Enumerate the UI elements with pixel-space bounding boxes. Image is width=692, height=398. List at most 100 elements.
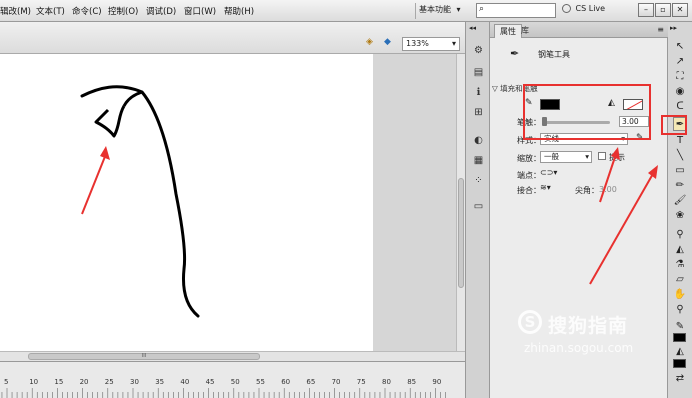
stage-horizontal-scrollbar[interactable]: III <box>0 351 465 361</box>
miter-value[interactable]: 3.00 <box>599 185 617 194</box>
timeline-ruler[interactable]: 5 10 15 20 25 30 35 40 45 50 55 60 65 70 75 80 85 90 <box>0 361 465 398</box>
timeline-frame-label: 90 <box>432 378 442 386</box>
close-icon[interactable]: ✕ <box>672 3 688 17</box>
timeline-frame-label: 40 <box>180 378 190 386</box>
timeline-frame-label: 25 <box>104 378 114 386</box>
fill-color-chip[interactable] <box>673 359 686 368</box>
swap-colors-icon[interactable]: ⇄ <box>673 372 687 386</box>
timeline-frame-label: 30 <box>130 378 139 386</box>
drawing-svg <box>80 85 200 318</box>
free-transform-tool-icon[interactable]: ⛶ <box>673 70 687 84</box>
workspace-label: 基本功能 <box>419 5 451 14</box>
panel-menu-icon[interactable]: ≡ <box>657 25 664 34</box>
chevron-down-icon: ▾ <box>585 152 589 161</box>
search-icon: ⌕ <box>479 4 485 14</box>
stroke-color-icon[interactable]: ✎ <box>673 320 687 334</box>
pencil-tool-icon[interactable]: ✏ <box>673 179 687 193</box>
transform-icon[interactable]: ⊞ <box>472 106 485 119</box>
stroke-color-chip[interactable] <box>673 333 686 342</box>
join-label: 接合： <box>517 186 541 195</box>
cap-dropdown[interactable]: ⊂⊃▾ <box>540 168 562 179</box>
brush-tool-icon[interactable]: 🖌 <box>673 194 687 208</box>
restore-icon[interactable]: ▫ <box>655 3 671 17</box>
hand-tool-icon[interactable]: ✋ <box>673 288 687 302</box>
cs-live-button[interactable]: CS Live <box>562 4 624 18</box>
eraser-tool-icon[interactable]: ▱ <box>673 273 687 287</box>
deco-tool-icon[interactable]: ❀ <box>673 209 687 223</box>
watermark-title: 搜狗指南 <box>548 315 629 337</box>
help-search-input[interactable]: ⌕ <box>476 3 556 18</box>
timeline-frame-label: 15 <box>54 378 64 386</box>
menu-control[interactable]: 控制(O) <box>108 5 138 17</box>
edit-symbols-icon[interactable]: ◈ <box>366 37 373 47</box>
timeline-frame-label: 45 <box>205 378 215 386</box>
menu-help[interactable]: 帮助(H) <box>224 5 254 17</box>
timeline-frame-label: 35 <box>155 378 165 386</box>
3d-rotation-tool-icon[interactable]: ◉ <box>673 85 687 99</box>
collapse-arrows-icon[interactable]: ◂◂ <box>469 24 476 32</box>
minimize-icon[interactable]: – <box>638 3 654 17</box>
tool-name-label: 钢笔工具 <box>538 50 570 59</box>
menu-debug[interactable]: 调试(D) <box>146 5 176 17</box>
timeline-frame-label: 70 <box>331 378 341 386</box>
tab-library[interactable]: 库 <box>516 24 534 38</box>
menu-window[interactable]: 窗口(W) <box>184 5 216 17</box>
timeline-ticks <box>1 388 446 398</box>
menu-divider <box>415 3 416 19</box>
watermark-url: zhinan.sogou.com <box>524 341 634 355</box>
workspace-dropdown[interactable]: 基本功能 ▾ <box>419 4 471 18</box>
timeline-frame-label: 5 <box>4 378 9 386</box>
scroll-thumb[interactable]: III <box>28 353 260 360</box>
cap-label: 端点： <box>517 171 541 180</box>
info-icon[interactable]: ℹ <box>472 86 485 99</box>
swatches-icon[interactable]: ▦ <box>472 154 485 167</box>
fill-color-icon[interactable]: ◭ <box>673 345 687 359</box>
timeline-frame-label: 65 <box>306 378 316 386</box>
cs-live-icon <box>562 4 571 13</box>
stage-canvas[interactable] <box>0 54 373 351</box>
subselection-tool-icon[interactable]: ↗ <box>673 55 687 69</box>
rectangle-tool-icon[interactable]: ▭ <box>673 164 687 178</box>
edit-scene-icon[interactable]: ◆ <box>384 37 391 47</box>
menu-bar: 辑改(M) 文本(T) 命令(C) 控制(O) 调试(D) 窗口(W) 帮助(H… <box>0 0 692 22</box>
timeline-frame-label: 20 <box>79 378 89 386</box>
timeline-frame-label: 80 <box>382 378 391 386</box>
paint-bucket-tool-icon[interactable]: ◭ <box>673 243 687 257</box>
text-tool-icon[interactable]: T <box>673 134 687 148</box>
components-icon[interactable]: ⁘ <box>472 174 485 187</box>
properties-panel: 属性 库 ≡ ✒ 钢笔工具 ▽ 填充和笔触 ✎ ◭ 笔触： 3.00 样式： 实… <box>490 22 668 398</box>
timeline-frame-label: 10 <box>29 378 39 386</box>
annotation-highlight-box <box>523 84 651 140</box>
selection-tool-icon[interactable]: ↖ <box>673 40 687 54</box>
menu-modify[interactable]: 辑改(M) <box>0 5 31 17</box>
scroll-thumb[interactable] <box>458 178 464 288</box>
hint-checkbox[interactable] <box>598 152 606 160</box>
scale-label: 缩放： <box>517 154 541 163</box>
stage-vertical-scrollbar[interactable] <box>456 54 465 351</box>
pen-drawn-path <box>80 85 200 318</box>
collapse-arrows-icon[interactable]: ▸▸ <box>670 24 677 32</box>
zoom-dropdown[interactable]: 133% ▾ <box>402 37 460 51</box>
color-icon[interactable]: ◐ <box>472 134 485 147</box>
pen-tool-icon: ✒ <box>510 47 520 60</box>
scale-value: 一般 <box>544 152 559 161</box>
cs-live-label: CS Live <box>575 4 606 13</box>
watermark: S 搜狗指南 zhinan.sogou.com <box>518 308 668 368</box>
menu-text[interactable]: 文本(T) <box>36 5 65 17</box>
library-panel-icon[interactable]: ▤ <box>472 66 485 79</box>
movie-explorer-icon[interactable]: ▭ <box>472 200 485 213</box>
properties-tab-bar: 属性 库 ≡ <box>490 22 668 38</box>
join-dropdown[interactable]: ≋▾ <box>540 183 562 194</box>
menu-commands[interactable]: 命令(C) <box>72 5 102 17</box>
timeline-frame-label: 55 <box>256 378 265 386</box>
lasso-tool-icon[interactable]: ᑕ <box>673 100 687 114</box>
zoom-tool-icon[interactable]: ⚲ <box>673 303 687 317</box>
line-tool-icon[interactable]: ╲ <box>673 149 687 163</box>
zoom-value: 133% <box>406 39 429 48</box>
eyedropper-tool-icon[interactable]: ⚗ <box>673 258 687 272</box>
scale-dropdown[interactable]: 一般 ▾ <box>540 151 592 163</box>
bone-tool-icon[interactable]: ⚲ <box>673 228 687 242</box>
properties-panel-icon[interactable]: ⚙ <box>472 44 485 57</box>
timeline-frame-label: 60 <box>281 378 291 386</box>
window-controls: – ▫ ✕ <box>628 3 690 18</box>
